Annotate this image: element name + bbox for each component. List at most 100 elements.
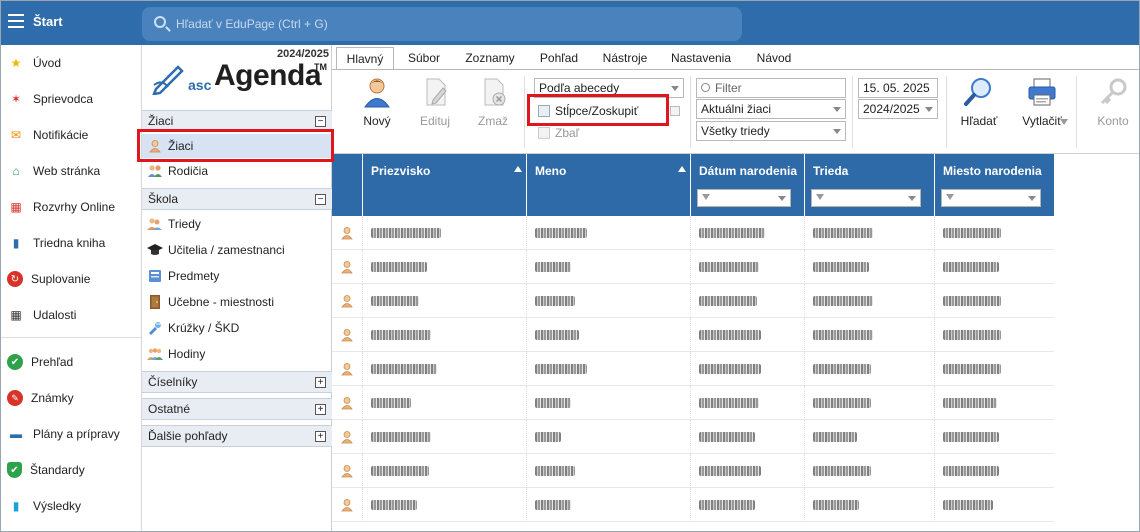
tab-hlavny[interactable]: Hlavný bbox=[336, 47, 394, 69]
nav-item-1[interactable]: ✶ Sprievodca bbox=[0, 81, 141, 117]
column-filter-select[interactable] bbox=[941, 189, 1041, 207]
nav-item-2[interactable]: ✉ Notifikácie bbox=[0, 117, 141, 153]
redacted-text bbox=[943, 262, 999, 272]
redacted-text bbox=[535, 228, 587, 238]
table-row[interactable] bbox=[332, 250, 1054, 284]
section-skola[interactable]: Škola − bbox=[142, 188, 332, 210]
table-row[interactable] bbox=[332, 284, 1054, 318]
column-meno[interactable]: Meno bbox=[526, 154, 690, 216]
students-select[interactable]: Aktuálni žiaci bbox=[696, 99, 846, 119]
row-icon-cell bbox=[332, 420, 362, 454]
start-label[interactable]: Štart bbox=[33, 14, 63, 29]
print-button[interactable]: Vytlačiť bbox=[1012, 76, 1072, 136]
nav-item-10[interactable]: ▬ Plány a prípravy bbox=[0, 416, 141, 452]
column-filter-select[interactable] bbox=[811, 189, 921, 207]
sidebar-item-hodiny[interactable]: Hodiny bbox=[142, 342, 332, 366]
tab-navod[interactable]: Návod bbox=[750, 47, 798, 69]
nav-item-0[interactable]: ★ Úvod bbox=[0, 45, 141, 81]
search-button[interactable]: Hľadať bbox=[954, 76, 1004, 136]
table-row[interactable] bbox=[332, 352, 1054, 386]
delete-button[interactable]: Zmaž bbox=[468, 76, 518, 136]
nav-item-12[interactable]: ▮ Výsledky bbox=[0, 488, 141, 524]
tab-zoznamy[interactable]: Zoznamy bbox=[460, 47, 520, 69]
account-label: Konto bbox=[1097, 114, 1129, 128]
column-priezvisko[interactable]: Priezvisko bbox=[362, 154, 526, 216]
sidebar-item-ziaci[interactable]: Žiaci bbox=[142, 134, 332, 158]
print-dropdown-icon[interactable] bbox=[1060, 119, 1068, 125]
sort-asc-icon[interactable] bbox=[678, 166, 686, 172]
edit-button[interactable]: Edituj bbox=[410, 76, 460, 136]
table-cell-redacted bbox=[934, 216, 1054, 250]
filter-input[interactable]: Filter bbox=[696, 78, 846, 98]
new-student-icon bbox=[361, 76, 393, 108]
delete-icon bbox=[477, 76, 509, 108]
table-cell-redacted bbox=[690, 488, 804, 522]
redacted-text bbox=[699, 398, 759, 408]
sidebar-item-kruzky[interactable]: Krúžky / ŠKD bbox=[142, 316, 332, 340]
sidebar-item-triedy[interactable]: Triedy bbox=[142, 212, 332, 236]
section-ciselniky[interactable]: Číselníky + bbox=[142, 371, 332, 393]
sort-asc-icon[interactable] bbox=[514, 166, 522, 172]
redacted-text bbox=[371, 466, 429, 476]
nav-item-4[interactable]: ▦ Rozvrhy Online bbox=[0, 189, 141, 225]
classes-select[interactable]: Všetky triedy bbox=[696, 121, 846, 141]
tab-subor[interactable]: Súbor bbox=[402, 47, 446, 69]
collapse-button[interactable]: Zbaľ bbox=[534, 123, 614, 143]
table-row[interactable] bbox=[332, 420, 1054, 454]
table-cell-redacted bbox=[690, 386, 804, 420]
table-row[interactable] bbox=[332, 386, 1054, 420]
expand-toggle-icon[interactable]: + bbox=[315, 377, 326, 388]
sidebar-item-rodicia[interactable]: Rodičia bbox=[142, 159, 332, 183]
column-trieda[interactable]: Trieda bbox=[804, 154, 934, 216]
lessons-icon bbox=[147, 346, 163, 362]
table-cell-redacted bbox=[690, 216, 804, 250]
tab-nastavenia[interactable]: Nastavenia bbox=[666, 47, 736, 69]
expand-toggle-icon[interactable]: + bbox=[315, 404, 326, 415]
ribbon-divider bbox=[524, 76, 525, 148]
sidebar-item-ucitelia[interactable]: Učitelia / zamestnanci bbox=[142, 238, 332, 262]
year-select-value: 2024/2025 bbox=[863, 102, 920, 116]
logo-agenda: Agenda bbox=[214, 59, 322, 92]
section-ostatne[interactable]: Ostatné + bbox=[142, 398, 332, 420]
nav-item-5[interactable]: ▮ Triedna kniha bbox=[0, 225, 141, 261]
section-ziaci[interactable]: Žiaci − bbox=[142, 110, 332, 132]
expand-toggle-icon[interactable]: + bbox=[315, 431, 326, 442]
tab-nastroje[interactable]: Nástroje bbox=[598, 47, 652, 69]
sidebar-item-predmety[interactable]: Predmety bbox=[142, 264, 332, 288]
new-button[interactable]: Nový bbox=[352, 76, 402, 136]
table-row[interactable] bbox=[332, 216, 1054, 250]
year-select[interactable]: 2024/2025 bbox=[858, 99, 938, 119]
section-dalsie-pohlady[interactable]: Ďalšie pohľady + bbox=[142, 425, 332, 447]
collapse-toggle-icon[interactable]: − bbox=[315, 194, 326, 205]
nav-item-7[interactable]: ▦ Udalosti bbox=[0, 297, 141, 333]
hamburger-menu-icon[interactable] bbox=[8, 14, 24, 28]
nav-item-9[interactable]: ✎ Známky bbox=[0, 380, 141, 416]
tab-pohlad[interactable]: Pohľad bbox=[534, 47, 584, 69]
column-filter-select[interactable] bbox=[697, 189, 791, 207]
account-button[interactable]: Konto bbox=[1088, 76, 1138, 136]
redacted-text bbox=[943, 228, 1001, 238]
filter-funnel-icon bbox=[946, 194, 954, 200]
columns-options-icon[interactable] bbox=[670, 106, 680, 116]
global-search[interactable] bbox=[142, 7, 742, 41]
table-row[interactable] bbox=[332, 454, 1054, 488]
nav-divider bbox=[0, 337, 141, 338]
table-row[interactable] bbox=[332, 318, 1054, 352]
table-cell-redacted bbox=[690, 318, 804, 352]
nav-item-3[interactable]: ⌂ Web stránka bbox=[0, 153, 141, 189]
sort-select[interactable]: Podľa abecedy bbox=[534, 78, 684, 98]
nav-item-11[interactable]: ✔ Štandardy bbox=[0, 452, 141, 488]
redacted-text bbox=[371, 432, 431, 442]
nav-item-8[interactable]: ✔ Prehľad bbox=[0, 344, 141, 380]
columns-group-button[interactable]: Stĺpce/Zoskupiť bbox=[534, 101, 664, 121]
section-label: Ostatné bbox=[148, 402, 191, 416]
sidebar-item-ucebne[interactable]: Učebne - miestnosti bbox=[142, 290, 332, 314]
date-field[interactable]: 15. 05. 2025 bbox=[858, 78, 938, 98]
table-row[interactable] bbox=[332, 488, 1054, 522]
search-input[interactable] bbox=[176, 15, 716, 33]
column-datum-narodenia[interactable]: Dátum narodenia bbox=[690, 154, 804, 216]
chevron-down-icon bbox=[671, 86, 679, 91]
nav-item-6[interactable]: ↻ Suplovanie bbox=[0, 261, 141, 297]
collapse-toggle-icon[interactable]: − bbox=[315, 116, 326, 127]
column-miesto-narodenia[interactable]: Miesto narodenia bbox=[934, 154, 1054, 216]
